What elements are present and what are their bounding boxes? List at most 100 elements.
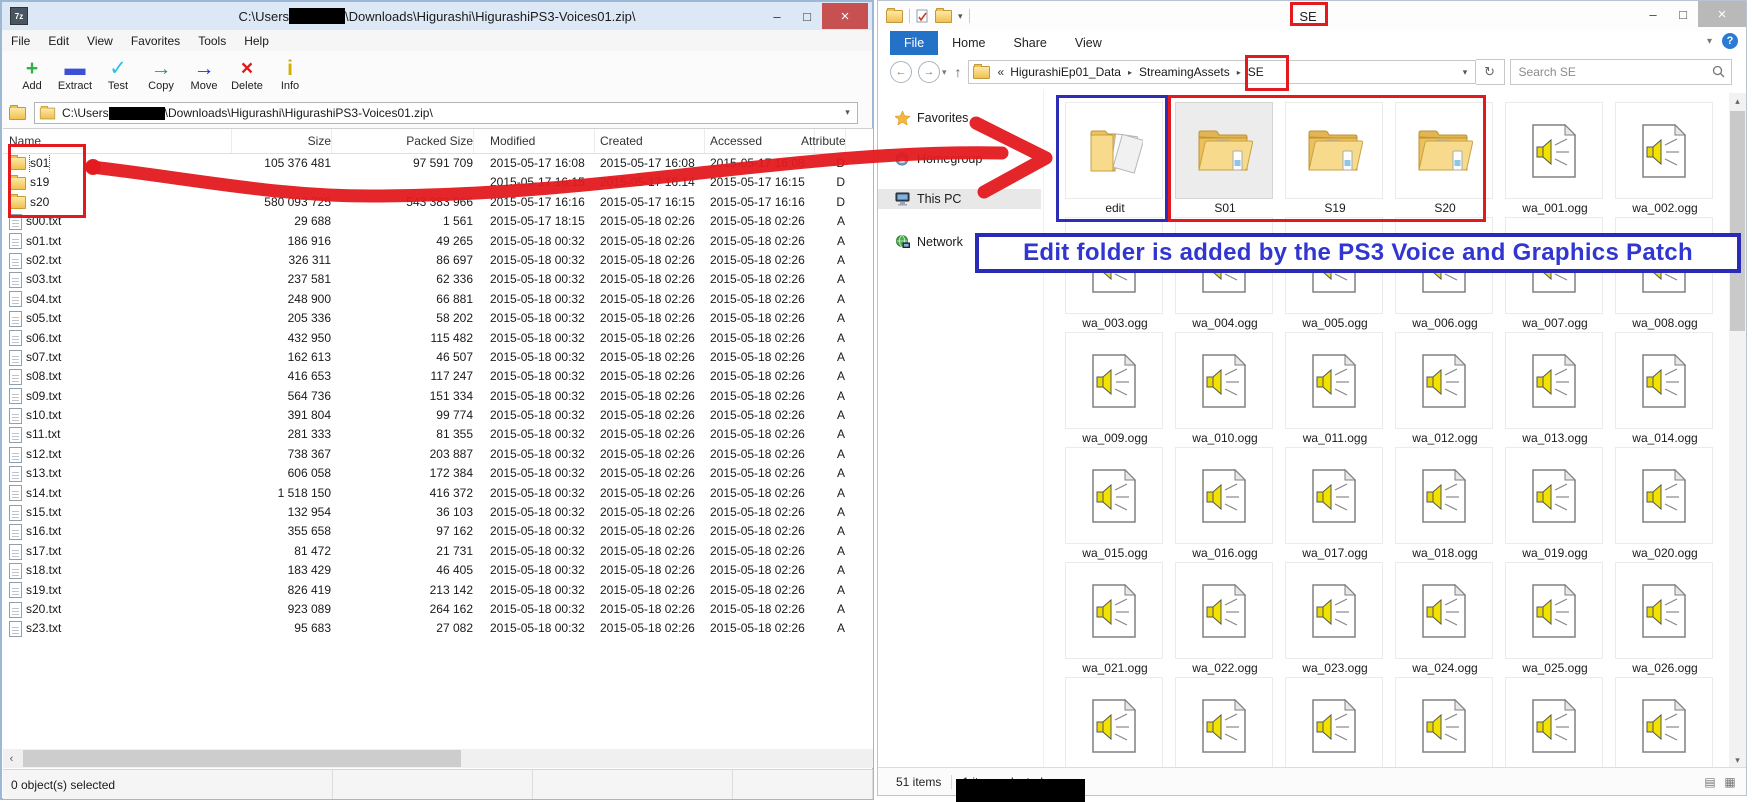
- table-row[interactable]: s07.txt 162 613 46 507 2015-05-18 00:32 …: [3, 348, 873, 367]
- info-button[interactable]: i Info: [270, 51, 310, 98]
- add-button[interactable]: + Add: [12, 51, 52, 98]
- table-row[interactable]: s13.txt 606 058 172 384 2015-05-18 00:32…: [3, 464, 873, 483]
- move-button[interactable]: → Move: [184, 51, 224, 98]
- scrollbar-thumb[interactable]: [1730, 111, 1745, 331]
- item-wa_009.ogg[interactable]: wa_009.ogg: [1060, 332, 1170, 447]
- breadcrumb[interactable]: « HigurashiEp01_Data ▸ StreamingAssets ▸…: [968, 60, 1476, 84]
- table-row[interactable]: s08.txt 416 653 117 247 2015-05-18 00:32…: [3, 367, 873, 386]
- item-wa_019.ogg[interactable]: wa_019.ogg: [1500, 447, 1610, 562]
- minimize-button[interactable]: –: [762, 3, 792, 29]
- new-folder-icon[interactable]: [935, 10, 952, 23]
- sidebar-item-this-pc[interactable]: This PC: [878, 189, 1041, 209]
- column-header-name[interactable]: Name: [9, 129, 232, 153]
- breadcrumb-item-data[interactable]: HigurashiEp01_Data: [1010, 65, 1121, 79]
- item-S19[interactable]: S19: [1280, 102, 1390, 217]
- menu-view[interactable]: View: [78, 34, 122, 48]
- table-row[interactable]: s04.txt 248 900 66 881 2015-05-18 00:32 …: [3, 290, 873, 309]
- archive-path-combobox[interactable]: C:\Users\Downloads\Higurashi\HigurashiPS…: [34, 102, 858, 124]
- column-header-accessed[interactable]: Accessed: [710, 129, 815, 153]
- list-item[interactable]: [1610, 677, 1720, 768]
- item-wa_001.ogg[interactable]: wa_001.ogg: [1500, 102, 1610, 217]
- ribbon-collapse-icon[interactable]: ▾: [1707, 36, 1712, 47]
- refresh-button[interactable]: ↻: [1476, 59, 1505, 85]
- item-wa_026.ogg[interactable]: wa_026.ogg: [1610, 562, 1720, 677]
- item-wa_011.ogg[interactable]: wa_011.ogg: [1280, 332, 1390, 447]
- sidebar-item-homegroup[interactable]: Homegroup: [878, 149, 1041, 169]
- table-row[interactable]: s19 2015-05-17 16:15 2015-05-17 16:14 20…: [3, 173, 873, 192]
- item-wa_010.ogg[interactable]: wa_010.ogg: [1170, 332, 1280, 447]
- table-row[interactable]: s18.txt 183 429 46 405 2015-05-18 00:32 …: [3, 561, 873, 580]
- sevenzip-titlebar[interactable]: 7z C:\Users\Downloads\Higurashi\Higurash…: [2, 2, 872, 30]
- column-header-attributes[interactable]: Attributes: [801, 129, 846, 153]
- menu-favorites[interactable]: Favorites: [122, 34, 189, 48]
- item-wa_022.ogg[interactable]: wa_022.ogg: [1170, 562, 1280, 677]
- column-header-modified[interactable]: Modified: [490, 129, 595, 153]
- scrollbar-thumb[interactable]: [23, 750, 461, 767]
- up-folder-icon[interactable]: [9, 107, 26, 120]
- address-dropdown-icon[interactable]: ▾: [1458, 64, 1473, 80]
- menu-help[interactable]: Help: [235, 34, 278, 48]
- minimize-button[interactable]: –: [1638, 1, 1668, 27]
- table-row[interactable]: s03.txt 237 581 62 336 2015-05-18 00:32 …: [3, 270, 873, 289]
- item-wa_020.ogg[interactable]: wa_020.ogg: [1610, 447, 1720, 562]
- scroll-down-icon[interactable]: ▾: [1729, 752, 1746, 768]
- horizontal-scrollbar[interactable]: ‹: [3, 749, 873, 768]
- table-row[interactable]: s01 105 376 481 97 591 709 2015-05-17 16…: [3, 154, 873, 173]
- table-row[interactable]: s11.txt 281 333 81 355 2015-05-18 00:32 …: [3, 425, 873, 444]
- item-wa_016.ogg[interactable]: wa_016.ogg: [1170, 447, 1280, 562]
- thumbnails-view-icon[interactable]: ▦: [1722, 775, 1738, 789]
- tab-home[interactable]: Home: [938, 31, 999, 55]
- table-row[interactable]: s09.txt 564 736 151 334 2015-05-18 00:32…: [3, 387, 873, 406]
- close-button[interactable]: ×: [822, 3, 868, 29]
- details-view-icon[interactable]: ▤: [1702, 775, 1718, 789]
- table-row[interactable]: s12.txt 738 367 203 887 2015-05-18 00:32…: [3, 445, 873, 464]
- list-item[interactable]: [1170, 677, 1280, 768]
- item-wa_021.ogg[interactable]: wa_021.ogg: [1060, 562, 1170, 677]
- delete-button[interactable]: × Delete: [227, 51, 267, 98]
- menu-file[interactable]: File: [2, 34, 39, 48]
- table-row[interactable]: s15.txt 132 954 36 103 2015-05-18 00:32 …: [3, 503, 873, 522]
- table-row[interactable]: s16.txt 355 658 97 162 2015-05-18 00:32 …: [3, 522, 873, 541]
- recent-pages-icon[interactable]: ▾: [942, 67, 947, 78]
- list-item[interactable]: [1060, 677, 1170, 768]
- list-item[interactable]: [1500, 677, 1610, 768]
- item-wa_018.ogg[interactable]: wa_018.ogg: [1390, 447, 1500, 562]
- item-wa_012.ogg[interactable]: wa_012.ogg: [1390, 332, 1500, 447]
- test-button[interactable]: ✓ Test: [98, 51, 138, 98]
- list-item[interactable]: [1390, 677, 1500, 768]
- close-button[interactable]: ×: [1698, 1, 1746, 27]
- item-wa_025.ogg[interactable]: wa_025.ogg: [1500, 562, 1610, 677]
- item-wa_017.ogg[interactable]: wa_017.ogg: [1280, 447, 1390, 562]
- search-icon[interactable]: [1712, 65, 1725, 78]
- table-row[interactable]: s10.txt 391 804 99 774 2015-05-18 00:32 …: [3, 406, 873, 425]
- vertical-scrollbar[interactable]: ▴ ▾: [1729, 93, 1746, 768]
- tab-file[interactable]: File: [890, 31, 938, 55]
- tab-view[interactable]: View: [1061, 31, 1116, 55]
- item-S20[interactable]: S20: [1390, 102, 1500, 217]
- scroll-left-icon[interactable]: ‹: [3, 753, 20, 765]
- item-wa_015.ogg[interactable]: wa_015.ogg: [1060, 447, 1170, 562]
- breadcrumb-item-se[interactable]: SE: [1248, 65, 1264, 79]
- table-row[interactable]: s05.txt 205 336 58 202 2015-05-18 00:32 …: [3, 309, 873, 328]
- item-wa_013.ogg[interactable]: wa_013.ogg: [1500, 332, 1610, 447]
- item-wa_024.ogg[interactable]: wa_024.ogg: [1390, 562, 1500, 677]
- breadcrumb-item-streamingassets[interactable]: StreamingAssets: [1139, 65, 1230, 79]
- item-S01[interactable]: S01: [1170, 102, 1280, 217]
- table-row[interactable]: s19.txt 826 419 213 142 2015-05-18 00:32…: [3, 581, 873, 600]
- column-header-packed-size[interactable]: Packed Size: [339, 129, 474, 153]
- column-header-created[interactable]: Created: [600, 129, 705, 153]
- maximize-button[interactable]: □: [792, 3, 822, 29]
- table-row[interactable]: s01.txt 186 916 49 265 2015-05-18 00:32 …: [3, 232, 873, 251]
- item-wa_014.ogg[interactable]: wa_014.ogg: [1610, 332, 1720, 447]
- table-row[interactable]: s06.txt 432 950 115 482 2015-05-18 00:32…: [3, 329, 873, 348]
- tab-share[interactable]: Share: [1000, 31, 1061, 55]
- table-row[interactable]: s20 580 093 725 543 383 966 2015-05-17 1…: [3, 193, 873, 212]
- table-row[interactable]: s14.txt 1 518 150 416 372 2015-05-18 00:…: [3, 484, 873, 503]
- maximize-button[interactable]: □: [1668, 1, 1698, 27]
- back-button[interactable]: ←: [890, 61, 912, 83]
- menu-edit[interactable]: Edit: [39, 34, 78, 48]
- table-row[interactable]: s00.txt 29 688 1 561 2015-05-17 18:15 20…: [3, 212, 873, 231]
- table-row[interactable]: s17.txt 81 472 21 731 2015-05-18 00:32 2…: [3, 542, 873, 561]
- list-item[interactable]: [1280, 677, 1390, 768]
- copy-button[interactable]: → Copy: [141, 51, 181, 98]
